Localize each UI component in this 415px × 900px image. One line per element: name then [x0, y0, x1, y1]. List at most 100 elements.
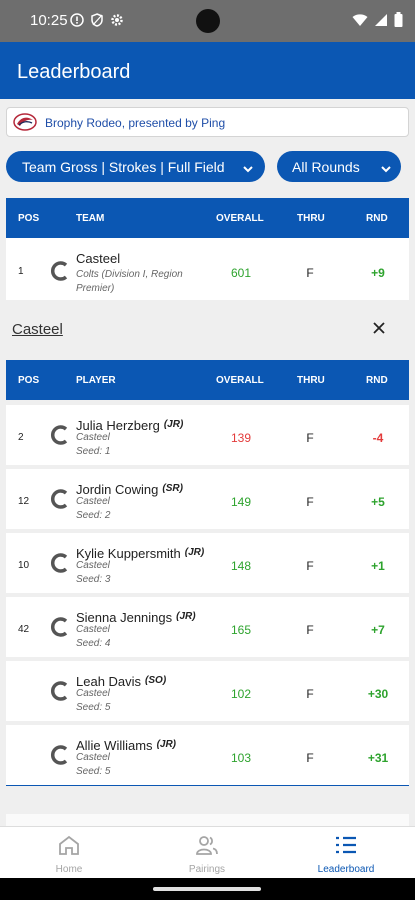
col-header-overall: OVERALL	[216, 213, 264, 224]
player-round: +5	[371, 495, 385, 509]
alert-icon	[70, 13, 84, 27]
bottom-navigation: Home Pairings Leaderboard	[0, 826, 415, 878]
player-seed: Seed: 5	[76, 702, 111, 713]
player-seed: Seed: 1	[76, 446, 111, 457]
row-position: 10	[18, 560, 30, 571]
player-year: (SO)	[145, 675, 167, 686]
status-time: 10:25	[30, 12, 68, 29]
page-title: Leaderboard	[17, 61, 131, 83]
player-team: Casteel	[76, 624, 110, 635]
player-row[interactable]: 10 Kylie Kuppersmith (JR) Casteel Seed: 3…	[6, 533, 409, 593]
team-division-line2: Premier)	[76, 283, 115, 294]
player-team: Casteel	[76, 496, 110, 507]
player-round: -4	[372, 431, 384, 445]
player-thru: F	[306, 495, 314, 509]
row-position: 42	[18, 624, 30, 635]
player-overall: 103	[230, 751, 252, 765]
player-year: (JR)	[184, 547, 205, 558]
player-thru: F	[306, 559, 314, 573]
player-overall: 139	[230, 431, 252, 445]
home-indicator[interactable]	[153, 887, 261, 891]
player-seed: Seed: 3	[76, 574, 111, 585]
player-overall: 149	[230, 495, 252, 509]
col-header-thru: THRU	[297, 375, 325, 386]
player-round: +1	[371, 559, 385, 573]
row-position: 2	[18, 432, 24, 443]
row-position: 1	[18, 266, 24, 277]
player-thru: F	[306, 623, 314, 637]
player-row[interactable]: 12 Jordin Cowing (SR) Casteel Seed: 2 149…	[6, 469, 409, 529]
nav-pairings[interactable]: Pairings	[138, 827, 276, 879]
team-logo-icon	[49, 260, 71, 282]
home-icon	[57, 834, 81, 856]
player-year: (JR)	[156, 739, 177, 750]
player-seed: Seed: 4	[76, 638, 111, 649]
event-logo	[13, 113, 37, 131]
col-header-player: PLAYER	[76, 375, 116, 386]
next-card-edge	[6, 814, 409, 826]
team-thru: F	[306, 266, 314, 280]
chevron-down-icon	[243, 161, 253, 173]
player-row[interactable]: 42 Sienna Jennings (JR) Casteel Seed: 4 1…	[6, 597, 409, 657]
rounds-filter-dropdown[interactable]: All Rounds	[277, 151, 401, 182]
player-row[interactable]: Leah Davis (SO) Casteel Seed: 5 102 F +30	[6, 661, 409, 721]
team-logo-icon	[49, 488, 71, 510]
team-row[interactable]: 1 Casteel Colts (Division I, Region Prem…	[6, 238, 409, 300]
team-table-header: POS TEAM OVERALL THRU RND	[6, 198, 409, 238]
nav-leaderboard[interactable]: Leaderboard	[277, 827, 415, 879]
player-row[interactable]: 2 Julia Herzberg (JR) Casteel Seed: 1 139…	[6, 405, 409, 465]
shield-icon	[90, 13, 104, 27]
player-team: Casteel	[76, 560, 110, 571]
player-round: +30	[367, 687, 389, 701]
settings-gear-icon	[110, 13, 124, 27]
player-team: Casteel	[76, 432, 110, 443]
player-overall: 165	[230, 623, 252, 637]
chevron-down-icon	[381, 161, 391, 173]
player-overall: 102	[230, 687, 252, 701]
player-year: (SR)	[162, 483, 183, 494]
event-name: Brophy Rodeo, presented by Ping	[45, 116, 226, 130]
team-logo-icon	[49, 616, 71, 638]
nav-leaderboard-label: Leaderboard	[317, 864, 375, 875]
camera-cutout	[196, 9, 220, 33]
player-seed: Seed: 5	[76, 766, 111, 777]
team-logo-icon	[49, 424, 71, 446]
player-team: Casteel	[76, 688, 110, 699]
team-logo-icon	[49, 552, 71, 574]
close-icon[interactable]	[371, 320, 387, 336]
player-table-header: POS PLAYER OVERALL THRU RND	[6, 360, 409, 400]
col-header-overall: OVERALL	[216, 375, 264, 386]
player-seed: Seed: 2	[76, 510, 111, 521]
player-thru: F	[306, 431, 314, 445]
team-round: +9	[371, 266, 385, 280]
team-name: Casteel	[76, 251, 121, 266]
status-bar: 10:25	[0, 0, 415, 42]
col-header-team: TEAM	[76, 213, 105, 224]
col-header-thru: THRU	[297, 213, 325, 224]
gesture-bar	[0, 878, 415, 900]
view-filter-label: Team Gross | Strokes | Full Field	[22, 159, 225, 175]
view-filter-dropdown[interactable]: Team Gross | Strokes | Full Field	[6, 151, 265, 182]
player-row[interactable]: Allie Williams (JR) Casteel Seed: 5 103 F…	[6, 725, 409, 785]
team-overall: 601	[230, 266, 252, 280]
col-header-pos: POS	[18, 375, 40, 386]
signal-icon	[374, 13, 388, 32]
player-year: (JR)	[163, 419, 184, 430]
team-section-title[interactable]: Casteel	[12, 321, 63, 338]
event-banner[interactable]: Brophy Rodeo, presented by Ping	[6, 107, 409, 137]
list-icon	[334, 834, 358, 856]
battery-icon	[394, 12, 403, 32]
nav-pairings-label: Pairings	[188, 864, 226, 875]
player-thru: F	[306, 751, 314, 765]
nav-home[interactable]: Home	[0, 827, 138, 879]
col-header-rnd: RND	[366, 213, 388, 224]
status-notification-icons	[70, 13, 124, 27]
wifi-icon	[352, 13, 368, 32]
status-system-icons	[352, 12, 403, 32]
people-icon	[195, 834, 219, 856]
player-overall: 148	[230, 559, 252, 573]
team-logo-icon	[49, 744, 71, 766]
nav-home-label: Home	[55, 864, 83, 875]
table-divider	[6, 785, 409, 786]
team-logo-icon	[49, 680, 71, 702]
